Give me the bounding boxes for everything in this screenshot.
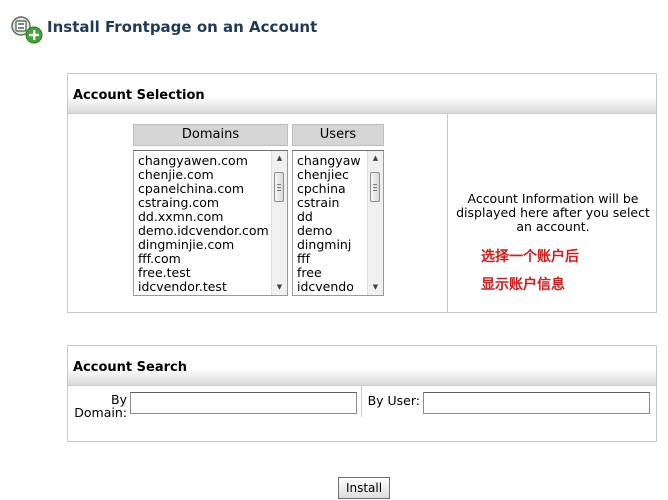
users-list: changyaw chenjiec cpchina cstrain dd demo ding… [297,154,361,294]
scroll-up-arrow-icon[interactable]: ▲ [272,151,287,166]
scroll-down-arrow-icon[interactable]: ▼ [272,280,287,295]
domain-list-item[interactable]: demo.idcvendor.com [138,224,269,238]
user-list-item[interactable]: dd [297,210,361,224]
user-list-item[interactable]: cpchina [297,182,361,196]
domain-list-item[interactable]: idcvendor.test [138,280,269,294]
domain-list-item[interactable]: changyawen.com [138,154,269,168]
account-search-panel: Account Search By Domain: By User: [67,345,657,442]
users-scrollbar[interactable]: ▲ ▼ [367,151,383,295]
domain-list-item[interactable]: chenjie.com [138,168,269,182]
users-listbox[interactable]: changyaw chenjiec cpchina cstrain dd demo ding… [292,150,384,296]
user-list-item[interactable]: dingminj [297,238,361,252]
scroll-down-arrow-icon[interactable]: ▼ [368,280,383,295]
page: Install Frontpage on an Account Account … [0,0,668,500]
domain-list-item[interactable]: fff.com [138,252,269,266]
by-user-input[interactable] [423,392,650,414]
domain-list-item[interactable]: dd.xxmn.com [138,210,269,224]
user-list-item[interactable]: free [297,266,361,280]
by-domain-input[interactable] [130,392,357,414]
domains-scroll-thumb[interactable] [274,172,284,202]
user-list-item[interactable]: demo [297,224,361,238]
account-search-heading: Account Search [68,346,656,386]
search-separator [361,386,362,417]
users-column-header: Users [292,124,384,146]
domains-scrollbar[interactable]: ▲ ▼ [271,151,287,295]
domains-list: changyawen.com chenjie.com cpanelchina.com… [138,154,269,294]
account-search-body: By Domain: By User: [68,386,656,441]
user-list-item[interactable]: chenjiec [297,168,361,182]
install-button[interactable]: Install [338,477,390,499]
scroll-up-arrow-icon[interactable]: ▲ [368,151,383,166]
account-info-text: Account Information will be displayed he… [456,191,650,234]
account-selection-heading: Account Selection [68,74,656,114]
user-list-item[interactable]: cstrain [297,196,361,210]
domain-list-item[interactable]: cpanelchina.com [138,182,269,196]
account-info-note-line-2: 显示账户信息 [481,277,565,293]
domains-listbox[interactable]: changyawen.com chenjie.com cpanelchina.com… [133,150,288,296]
by-domain-label: By Domain: [74,393,127,419]
domain-list-item[interactable]: cstraing.com [138,196,269,210]
domain-list-item[interactable]: dingminjie.com [138,238,269,252]
domains-column-header: Domains [133,124,288,146]
page-title: Install Frontpage on an Account [47,18,318,36]
by-domain-label-line-2: Domain: [74,405,127,420]
users-scroll-thumb[interactable] [370,172,380,202]
account-selection-body: Domains Users changyawen.com chenjie.com c… [68,114,656,312]
user-list-item[interactable]: idcvendo [297,280,361,294]
frontpage-install-icon [11,16,43,44]
user-list-item[interactable]: changyaw [297,154,361,168]
domain-list-item[interactable]: free.test [138,266,269,280]
account-selection-panel: Account Selection Domains Users changyaw… [67,73,657,313]
by-user-label: By User: [367,393,420,408]
account-info-note-line-1: 选择一个账户后 [481,249,579,265]
user-list-item[interactable]: fff [297,252,361,266]
